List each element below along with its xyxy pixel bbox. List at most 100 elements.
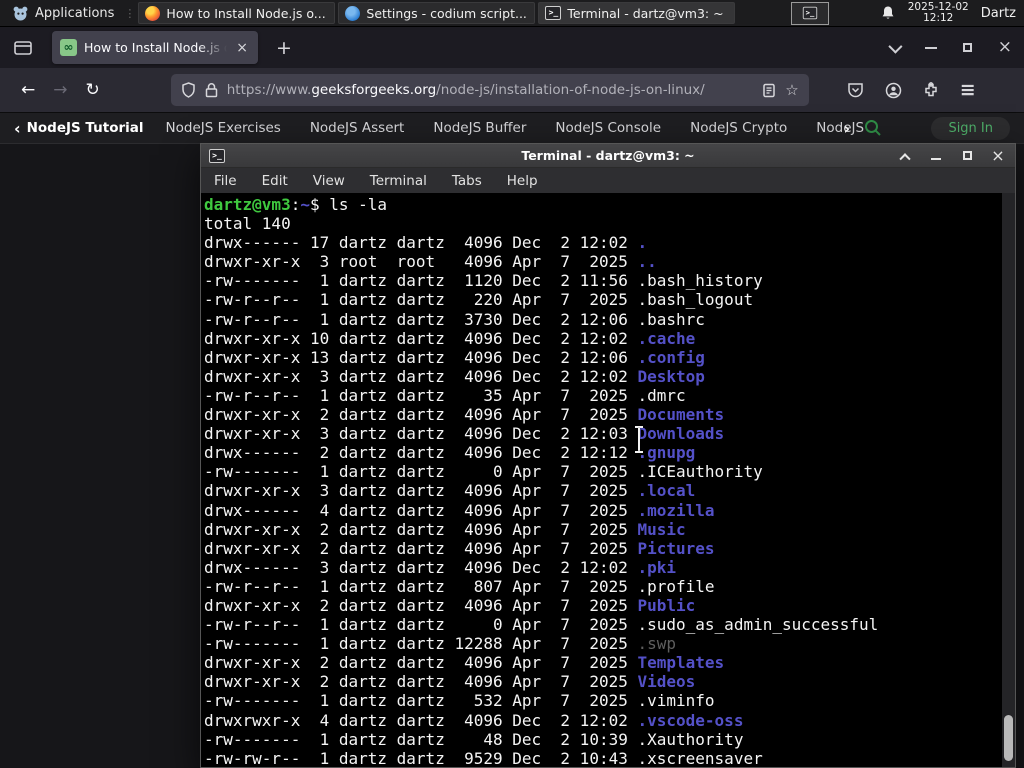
taskbar-button-label: Terminal - dartz@vm3: ~: [567, 5, 724, 21]
extensions-icon[interactable]: [923, 82, 939, 98]
file-name: .local: [637, 481, 696, 501]
nav-item[interactable]: NodeJS Console: [555, 120, 661, 136]
menu-edit[interactable]: Edit: [262, 173, 288, 189]
menu-hamburger-icon[interactable]: ≡: [960, 79, 976, 101]
file-name: .bashrc: [637, 309, 705, 329]
terminal-output-line: drwxr-xr-x 2 dartz dartz 4096 Apr 7 2025…: [204, 520, 1001, 539]
search-icon[interactable]: [864, 119, 882, 137]
taskbar-button[interactable]: How to Install Node.js o...: [138, 2, 336, 24]
file-attributes: -rw------- 1 dartz dartz 48 Dec 2 10:39: [204, 729, 638, 749]
firefox-view-button[interactable]: [8, 34, 38, 62]
menu-tabs[interactable]: Tabs: [452, 173, 482, 189]
terminal-output[interactable]: dartz@vm3:~$ ls -la total 140 drwx------…: [201, 193, 1015, 767]
nav-back-link[interactable]: ‹ NodeJS Tutorial: [14, 120, 144, 136]
terminal-output-line: drwx------ 4 dartz dartz 4096 Apr 7 2025…: [204, 501, 1001, 520]
url-path: /node-js/installation-of-node-js-on-linu…: [436, 82, 705, 98]
account-icon[interactable]: [885, 82, 902, 99]
terminal-output-line: -rw-r--r-- 1 dartz dartz 0 Apr 7 2025 .s…: [204, 615, 1001, 634]
close-button[interactable]: ×: [998, 39, 1012, 56]
bookmark-star-icon[interactable]: ☆: [785, 81, 798, 99]
workspace-switcher[interactable]: >_: [791, 1, 830, 25]
scrollbar-thumb[interactable]: [1004, 715, 1013, 761]
taskbar-button[interactable]: >_ Terminal - dartz@vm3: ~: [538, 2, 736, 24]
terminal-output-line: -rw-r--r-- 1 dartz dartz 220 Apr 7 2025 …: [204, 290, 1001, 309]
taskbar-button[interactable]: Settings - codium script...: [338, 2, 536, 24]
file-name: Templates: [637, 653, 725, 673]
nav-item[interactable]: NodeJS Crypto: [690, 120, 787, 136]
nav-item[interactable]: NodeJS Assert: [310, 120, 405, 136]
pocket-icon[interactable]: [847, 82, 864, 98]
file-name: .mozilla: [637, 500, 715, 520]
notification-bell-icon[interactable]: [880, 5, 896, 21]
file-attributes: -rw------- 1 dartz dartz 532 Apr 7 2025: [204, 691, 638, 711]
menu-view[interactable]: View: [313, 173, 345, 189]
menu-file[interactable]: File: [214, 173, 237, 189]
firefox-toolbar: ← → ↻ https://www.geeksforgeeks.org/node…: [0, 68, 1024, 113]
reload-button[interactable]: ↻: [86, 80, 100, 100]
terminal-output-line: drwxr-xr-x 2 dartz dartz 4096 Apr 7 2025…: [204, 405, 1001, 424]
text-cursor-pointer: [633, 426, 645, 453]
user-menu[interactable]: Dartz: [981, 6, 1018, 21]
taskbar-button-label: Settings - codium script...: [366, 5, 527, 21]
terminal-output-line: drwxr-xr-x 3 dartz dartz 4096 Dec 2 12:0…: [204, 424, 1001, 443]
maximize-button[interactable]: [960, 149, 974, 163]
nav-item[interactable]: NodeJS Exercises: [166, 120, 281, 136]
tab-close-button[interactable]: ×: [234, 40, 250, 56]
list-all-tabs-icon[interactable]: [888, 39, 903, 54]
file-name: Downloads: [637, 424, 725, 444]
terminal-output-line: drwxrwxr-x 4 dartz dartz 4096 Dec 2 12:0…: [204, 711, 1001, 730]
url-scheme: https://www.: [226, 82, 312, 98]
file-attributes: -rw-r--r-- 1 dartz dartz 3730 Dec 2 12:0…: [204, 309, 638, 329]
prompt-dollar: $: [309, 195, 330, 214]
terminal-icon: >_: [209, 148, 225, 163]
back-button[interactable]: ←: [21, 80, 35, 100]
file-name: .pki: [637, 557, 677, 577]
terminal-output-line: -rw------- 1 dartz dartz 12288 Apr 7 202…: [204, 634, 1001, 653]
terminal-scrollbar[interactable]: [1002, 193, 1015, 767]
maximize-button[interactable]: [962, 43, 972, 52]
close-button[interactable]: ×: [991, 147, 1005, 163]
sign-in-button[interactable]: Sign In: [931, 116, 1010, 140]
forward-button[interactable]: →: [53, 80, 67, 100]
terminal-prompt-line: dartz@vm3:~$ ls -la: [204, 195, 1001, 214]
lock-icon[interactable]: [205, 82, 218, 98]
terminal-output-line: drwxr-xr-x 3 dartz dartz 4096 Apr 7 2025…: [204, 481, 1001, 500]
reader-mode-icon[interactable]: [762, 83, 776, 98]
file-name: Public: [637, 595, 696, 615]
shade-button[interactable]: [898, 149, 912, 164]
taskbar: How to Install Node.js o... Settings - co…: [138, 2, 736, 24]
file-name: .ICEauthority: [637, 462, 763, 482]
terminal-titlebar[interactable]: >_ Terminal - dartz@vm3: ~ ×: [201, 144, 1015, 168]
file-name: .cache: [637, 328, 696, 348]
file-name: .profile: [637, 576, 715, 596]
menu-help[interactable]: Help: [507, 173, 538, 189]
nav-item[interactable]: NodeJS DNS: [816, 120, 865, 136]
terminal-output-line: drwx------ 2 dartz dartz 4096 Dec 2 12:1…: [204, 443, 1001, 462]
terminal-output-line: drwx------ 17 dartz dartz 4096 Dec 2 12:…: [204, 233, 1001, 252]
tracking-shield-icon[interactable]: [181, 82, 196, 98]
file-attributes: drwxr-xr-x 13 dartz dartz 4096 Dec 2 12:…: [204, 347, 638, 367]
file-name: Desktop: [637, 366, 705, 386]
browser-tab[interactable]: ∞ How to Install Node.js on ×: [52, 31, 258, 64]
clock[interactable]: 2025-12-02 12:12: [908, 2, 969, 24]
codium-icon: [345, 5, 361, 21]
terminal-listing: drwx------ 17 dartz dartz 4096 Dec 2 12:…: [204, 233, 1001, 767]
geeksforgeeks-favicon: ∞: [60, 39, 77, 56]
url-domain: geeksforgeeks.org: [311, 82, 437, 98]
terminal-output-line: drwxr-xr-x 10 dartz dartz 4096 Dec 2 12:…: [204, 329, 1001, 348]
file-attributes: drwxr-xr-x 2 dartz dartz 4096 Apr 7 2025: [204, 653, 638, 673]
applications-menu-button[interactable]: Applications: [6, 3, 120, 24]
terminal-output-line: drwxr-xr-x 3 root root 4096 Apr 7 2025 .…: [204, 252, 1001, 271]
file-attributes: -rw-rw-r-- 1 dartz dartz 9529 Dec 2 10:4…: [204, 748, 638, 767]
terminal-output-line: drwxr-xr-x 3 dartz dartz 4096 Dec 2 12:0…: [204, 367, 1001, 386]
chevron-right-icon[interactable]: ›: [844, 119, 851, 138]
taskbar-button-label: How to Install Node.js o...: [166, 5, 326, 21]
url-bar[interactable]: https://www.geeksforgeeks.org/node-js/in…: [170, 74, 809, 106]
menu-terminal[interactable]: Terminal: [370, 173, 427, 189]
minimize-button[interactable]: [929, 149, 943, 163]
new-tab-button[interactable]: +: [268, 37, 300, 59]
file-name: Documents: [637, 405, 725, 425]
top-panel: Applications ⋮ How to Install Node.js o.…: [0, 0, 1024, 27]
nav-item[interactable]: NodeJS Buffer: [433, 120, 526, 136]
minimize-button[interactable]: [924, 46, 937, 49]
